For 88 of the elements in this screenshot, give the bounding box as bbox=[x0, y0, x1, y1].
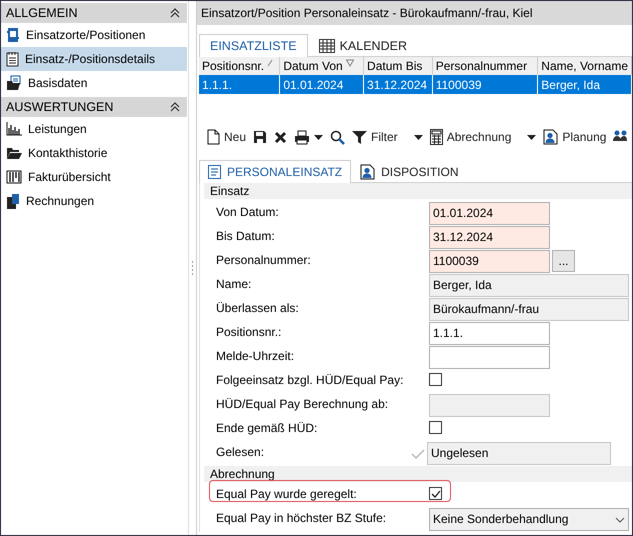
field-label: Melde-Uhrzeit: bbox=[216, 348, 296, 363]
group-header[interactable]: AUSWERTUNGEN bbox=[1, 97, 187, 117]
caret-icon bbox=[414, 134, 423, 140]
delete-icon bbox=[274, 130, 288, 144]
check-icon bbox=[411, 448, 425, 458]
sidebar-item[interactable]: Rechnungen bbox=[1, 189, 187, 213]
panel-title: Einsatzort/Position Personaleinsatz - Bürokaufmann/-frau, Kiel bbox=[197, 1, 632, 25]
field-label: Folgeeinsatz bzgl. HÜD/Equal Pay: bbox=[216, 372, 404, 387]
column-header[interactable]: Datum Von bbox=[280, 57, 364, 75]
group-header[interactable]: ALLGEMEIN bbox=[1, 3, 187, 23]
checkbox[interactable] bbox=[429, 373, 442, 386]
status-field[interactable]: Ungelesen bbox=[427, 442, 611, 465]
toolbar-button[interactable]: Neu bbox=[205, 129, 248, 145]
folder-icon bbox=[6, 146, 22, 160]
person-icon bbox=[543, 129, 558, 145]
toolbar-button[interactable]: Abrechnung bbox=[428, 129, 538, 145]
lookup-button[interactable]: ... bbox=[552, 250, 575, 272]
field-label: Ende gemäß HÜD: bbox=[216, 420, 318, 435]
column-header[interactable]: Name, Vorname bbox=[538, 57, 632, 75]
sidebar-item[interactable]: Einsatz-/Positionsdetails bbox=[1, 47, 187, 71]
table-cell: 1.1.1. bbox=[199, 75, 280, 94]
tab[interactable]: KALENDER bbox=[308, 34, 418, 56]
notepad-icon bbox=[6, 51, 19, 67]
column-header[interactable]: Personalnummer bbox=[432, 57, 538, 75]
sidebar-item[interactable]: Kontakthistorie bbox=[1, 141, 187, 165]
splitter-grip[interactable] bbox=[191, 260, 194, 276]
toolbar-button[interactable]: Filter bbox=[350, 130, 425, 144]
caret-icon bbox=[527, 134, 536, 140]
columns-icon bbox=[6, 170, 22, 184]
invoice-icon bbox=[6, 193, 20, 209]
field-label: Equal Pay in höchster BZ Stufe: bbox=[216, 510, 388, 525]
toolbar-button[interactable]: Planung bbox=[541, 129, 608, 145]
readonly-field[interactable]: Bürokaufmann/-frau bbox=[429, 298, 629, 321]
tab[interactable]: DISPOSITION bbox=[351, 160, 468, 182]
filter-icon bbox=[346, 59, 354, 67]
field-label: Positionsnr.: bbox=[216, 324, 282, 339]
calendar-icon bbox=[318, 38, 335, 52]
tab[interactable]: PERSONALEINSATZ bbox=[199, 160, 352, 183]
field-label: Bis Datum: bbox=[216, 228, 276, 243]
collapse-icon[interactable] bbox=[169, 101, 181, 113]
field-label: Gelesen: bbox=[216, 444, 266, 459]
table-cell: 31.12.2024 bbox=[364, 75, 432, 94]
printer-icon bbox=[294, 130, 310, 144]
chevron-down-icon bbox=[615, 516, 625, 522]
input-field[interactable]: 01.01.2024 bbox=[429, 202, 550, 225]
checkbox[interactable] bbox=[429, 487, 442, 500]
input-field[interactable] bbox=[429, 346, 550, 369]
sidebar-item[interactable]: Einsatzorte/Positionen bbox=[1, 23, 187, 47]
readonly-field[interactable] bbox=[429, 394, 550, 417]
input-field[interactable]: 31.12.2024 bbox=[429, 226, 550, 249]
table-cell: 1100039 bbox=[432, 75, 538, 94]
tab[interactable]: EINSATZLISTE bbox=[199, 34, 308, 57]
section-header: Abrechnung bbox=[204, 466, 632, 482]
toolbar-button[interactable] bbox=[328, 130, 348, 144]
column-header[interactable]: Positionsnr. bbox=[199, 57, 280, 75]
input-field[interactable]: 1.1.1. bbox=[429, 322, 550, 345]
checkbox[interactable] bbox=[429, 421, 442, 434]
field-label: Personalnummer: bbox=[216, 252, 312, 267]
field-label: Name: bbox=[216, 276, 252, 291]
filter-icon bbox=[352, 130, 368, 144]
caret-icon bbox=[314, 134, 324, 140]
field-label: Überlassen als: bbox=[216, 300, 300, 315]
sidebar-item[interactable]: Leistungen bbox=[1, 117, 187, 141]
person-icon bbox=[360, 164, 376, 180]
readonly-field[interactable]: Berger, Ida bbox=[429, 274, 629, 297]
dropdown[interactable]: Keine Sonderbehandlung bbox=[429, 508, 629, 531]
document-icon bbox=[208, 165, 221, 179]
section-header: Einsatz bbox=[204, 183, 632, 199]
search-icon bbox=[330, 130, 346, 144]
field-label: HÜD/Equal Pay Berechnung ab: bbox=[216, 396, 390, 411]
table-cell: Berger, Ida bbox=[538, 75, 632, 94]
table-cell: 01.01.2024 bbox=[280, 75, 364, 94]
group-title: ALLGEMEIN bbox=[6, 6, 78, 20]
field-label: Von Datum: bbox=[216, 204, 280, 219]
group-title: AUSWERTUNGEN bbox=[6, 100, 114, 114]
sidebar-item[interactable]: Fakturübersicht bbox=[1, 165, 187, 189]
toolbar-button[interactable] bbox=[292, 130, 326, 144]
field-label: Equal Pay wurde geregelt: bbox=[216, 486, 358, 501]
bar-chart-icon bbox=[6, 122, 22, 136]
calculator-icon bbox=[430, 129, 443, 145]
new-document-icon bbox=[207, 129, 220, 145]
column-header[interactable]: Datum Bis bbox=[364, 57, 432, 75]
sort-icon bbox=[267, 59, 274, 67]
folder-document-icon bbox=[6, 75, 22, 91]
save-icon bbox=[253, 130, 268, 144]
sidebar-item[interactable]: Basisdaten bbox=[1, 71, 187, 95]
input-field[interactable]: 1100039 bbox=[429, 250, 550, 273]
collapse-icon[interactable] bbox=[169, 7, 181, 19]
